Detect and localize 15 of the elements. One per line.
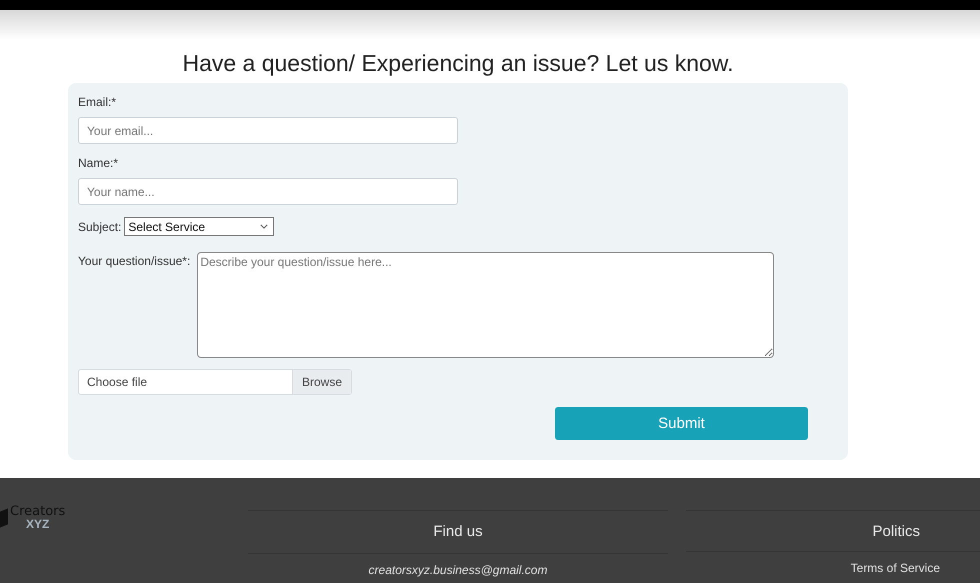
email-field[interactable]: Your email... — [78, 117, 458, 144]
footer-heading: Find us — [248, 510, 668, 554]
subject-dropdown[interactable]: Select Service — [124, 217, 274, 236]
field-label: Name:* — [78, 156, 120, 172]
file-field[interactable]: Choose file Browse — [78, 369, 352, 395]
footer-heading: Politics — [686, 510, 980, 552]
footer-link[interactable]: Terms of Service — [850, 561, 940, 575]
field-label: Your question/issue*: — [78, 254, 190, 268]
field-label: Email:* — [78, 95, 118, 111]
page-heading: Have a question/ Experiencing an issue? Let us know. — [181, 49, 735, 78]
field-label: Subject: — [78, 220, 122, 234]
footer-link[interactable]: creatorsxyz.business@gmail.com — [368, 563, 548, 577]
name-field[interactable]: Your name... — [78, 178, 458, 205]
chevron-down-icon — [260, 224, 268, 229]
question-field[interactable]: Describe your question/issue here... — [197, 252, 774, 358]
